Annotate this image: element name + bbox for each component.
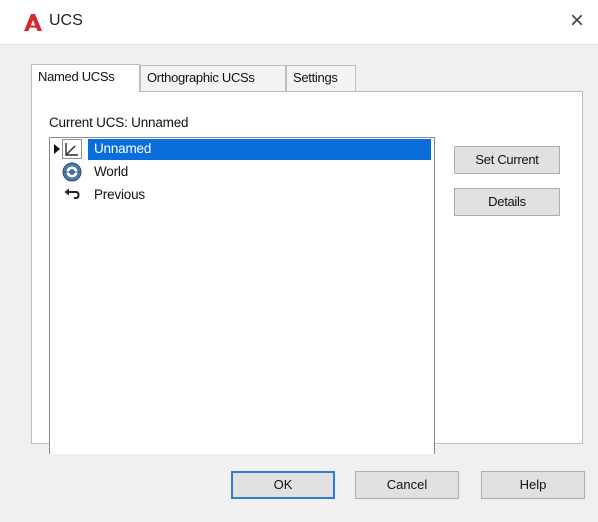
ucs-list[interactable]: Unnamed World Previous <box>49 137 435 454</box>
dialog-body: Named UCSs Orthographic UCSs Settings Cu… <box>0 44 598 522</box>
set-current-button[interactable]: Set Current <box>454 146 560 174</box>
list-item-label: World <box>94 164 129 179</box>
list-item-label: Unnamed <box>94 141 152 156</box>
title-bar: UCS × <box>0 0 598 44</box>
list-item-previous[interactable]: Previous <box>50 184 434 206</box>
named-ucss-panel: Current UCS: Unnamed Unnamed World Previ… <box>31 91 583 454</box>
tab-settings[interactable]: Settings <box>286 65 356 91</box>
cancel-button[interactable]: Cancel <box>355 471 459 499</box>
tab-orthographic-ucss[interactable]: Orthographic UCSs <box>140 65 286 91</box>
ok-button[interactable]: OK <box>231 471 335 499</box>
list-item-unnamed[interactable]: Unnamed <box>50 138 434 160</box>
details-button[interactable]: Details <box>454 188 560 216</box>
ucs-axis-icon <box>62 139 82 159</box>
undo-arrow-icon <box>64 188 80 199</box>
close-button[interactable]: × <box>562 6 592 36</box>
autocad-logo-icon <box>24 14 42 31</box>
window-title: UCS <box>49 12 83 29</box>
current-ucs-label: Current UCS: Unnamed <box>49 115 189 130</box>
tab-named-ucss[interactable]: Named UCSs <box>31 64 140 92</box>
current-pointer-icon <box>54 144 60 154</box>
globe-icon <box>62 162 82 182</box>
list-item-world[interactable]: World <box>50 161 434 183</box>
list-item-label: Previous <box>94 187 145 202</box>
help-button[interactable]: Help <box>481 471 585 499</box>
